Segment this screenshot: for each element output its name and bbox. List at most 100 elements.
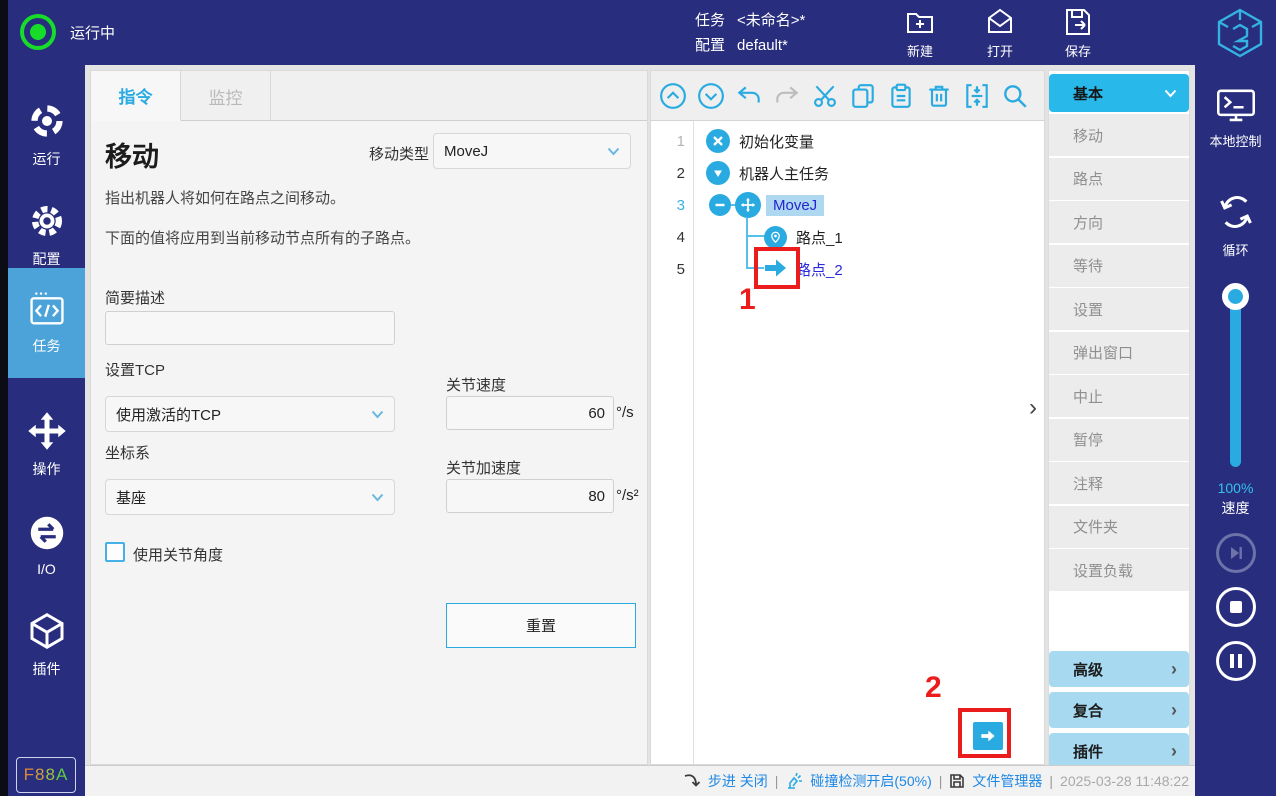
move-type-label: 移动类型 xyxy=(369,143,429,164)
tab-bar: 指令 监控 xyxy=(91,71,647,121)
library-item-direction[interactable]: 方向 xyxy=(1049,201,1189,243)
tree-node-label: 机器人主任务 xyxy=(739,163,829,184)
new-task-button[interactable]: 新建 xyxy=(888,6,952,60)
library-item-payload[interactable]: 设置负载 xyxy=(1049,549,1189,591)
separator: | xyxy=(939,773,943,789)
row-number: 1 xyxy=(651,133,685,150)
library-item-waypoint[interactable]: 路点 xyxy=(1049,158,1189,200)
insert-node-button[interactable] xyxy=(973,722,1003,750)
library-item-set[interactable]: 设置 xyxy=(1049,288,1189,330)
tab-monitor[interactable]: 监控 xyxy=(181,71,271,121)
sidebar-item-operate[interactable]: 操作 xyxy=(8,395,85,495)
collapse-minus-icon[interactable] xyxy=(709,194,731,216)
annotation-number-2: 2 xyxy=(925,671,942,705)
library-group-label: 高级 xyxy=(1073,659,1103,680)
task-label: 任务 xyxy=(695,8,725,33)
step-forward-button[interactable] xyxy=(1216,533,1256,573)
tree-row-movej[interactable]: 3 MoveJ xyxy=(651,189,1044,221)
gear-icon xyxy=(27,201,67,241)
loop-label: 循环 xyxy=(1222,240,1248,259)
undo-icon[interactable] xyxy=(735,82,763,110)
collapse-icon[interactable] xyxy=(963,82,991,110)
page-title: 移动 xyxy=(105,135,159,174)
search-icon[interactable] xyxy=(1001,82,1029,110)
joint-accel-label: 关节加速度 xyxy=(446,457,521,478)
library-group-plugin[interactable]: 插件 › xyxy=(1049,733,1189,769)
loop-button[interactable]: 循环 xyxy=(1195,190,1276,259)
file-manager-icon xyxy=(949,773,965,789)
waypoint-pin-icon xyxy=(764,226,787,249)
library-group-basic[interactable]: 基本 xyxy=(1049,74,1189,112)
tree-node-label-selected: MoveJ xyxy=(766,195,824,216)
move-type-dropdown[interactable]: MoveJ xyxy=(433,133,631,169)
cube-icon xyxy=(27,611,67,651)
move-down-icon[interactable] xyxy=(697,82,725,110)
description-line-2: 下面的值将应用到当前移动节点所有的子路点。 xyxy=(105,227,420,248)
brief-description-label: 简要描述 xyxy=(105,287,165,308)
copy-icon[interactable] xyxy=(849,82,877,110)
tree-toolbar xyxy=(651,71,1044,121)
tree-row-waypoint-2[interactable]: 5 路点_2 xyxy=(651,253,1044,285)
io-arrows-icon xyxy=(27,513,67,553)
tree-node-label: 初始化变量 xyxy=(739,131,814,152)
move-up-icon[interactable] xyxy=(659,82,687,110)
move-type-value: MoveJ xyxy=(444,143,488,160)
frame-dropdown[interactable]: 基座 xyxy=(105,479,395,515)
save-task-button[interactable]: 保存 xyxy=(1046,6,1110,60)
collision-detect-status[interactable]: 碰撞检测开启(50%) xyxy=(810,771,931,791)
delete-icon[interactable] xyxy=(925,82,953,110)
sidebar-item-plugin[interactable]: 插件 xyxy=(8,595,85,695)
sidebar-item-run[interactable]: 运行 xyxy=(8,85,85,185)
config-name: default* xyxy=(737,33,788,58)
tcp-dropdown[interactable]: 使用激活的TCP xyxy=(105,396,395,432)
pause-button[interactable] xyxy=(1216,641,1256,681)
step-mode-status[interactable]: 步进 关闭 xyxy=(708,771,768,791)
chevron-down-icon xyxy=(1164,89,1177,98)
sidebar-label-run: 运行 xyxy=(33,149,61,169)
stop-button[interactable] xyxy=(1216,587,1256,627)
library-item-wait[interactable]: 等待 xyxy=(1049,245,1189,287)
brief-description-input[interactable] xyxy=(105,311,395,345)
library-group-label: 复合 xyxy=(1073,700,1103,721)
tab-command[interactable]: 指令 xyxy=(91,71,181,121)
joint-speed-label: 关节速度 xyxy=(446,374,506,395)
annotation-number-1: 1 xyxy=(739,283,756,317)
task-tree-panel: 1 初始化变量 2 机器人主任务 3 MoveJ 4 xyxy=(650,70,1045,765)
code-window-icon xyxy=(26,290,68,328)
speed-slider-track[interactable] xyxy=(1230,295,1241,467)
speed-slider-thumb[interactable] xyxy=(1222,283,1249,310)
frame-label: 坐标系 xyxy=(105,442,150,463)
device-id-badge[interactable]: F88A xyxy=(16,757,76,793)
tree-row-waypoint-1[interactable]: 4 路点_1 xyxy=(651,221,1044,253)
paste-icon[interactable] xyxy=(887,82,915,110)
joint-speed-input[interactable] xyxy=(446,396,614,430)
library-item-move[interactable]: 移动 xyxy=(1049,114,1189,156)
row-number: 5 xyxy=(651,261,685,278)
open-file-icon xyxy=(984,6,1016,38)
sidebar-item-io[interactable]: I/O xyxy=(8,495,85,595)
open-task-button[interactable]: 打开 xyxy=(968,6,1032,60)
cut-icon[interactable] xyxy=(811,82,839,110)
use-joint-angle-checkbox[interactable] xyxy=(105,542,125,562)
chevron-right-icon: › xyxy=(1171,700,1177,721)
joint-accel-input[interactable] xyxy=(446,479,614,513)
library-item-comment[interactable]: 注释 xyxy=(1049,462,1189,504)
local-control-button[interactable]: 本地控制 xyxy=(1195,87,1276,150)
redo-icon[interactable] xyxy=(773,82,801,110)
library-group-composite[interactable]: 复合 › xyxy=(1049,692,1189,728)
panel-expand-chevron[interactable]: › xyxy=(1021,393,1045,423)
sidebar-label-config: 配置 xyxy=(33,249,61,269)
library-item-folder[interactable]: 文件夹 xyxy=(1049,506,1189,548)
run-target-icon xyxy=(27,101,67,141)
sidebar-item-task[interactable]: 任务 xyxy=(8,268,85,378)
file-manager-link[interactable]: 文件管理器 xyxy=(972,771,1042,791)
status-bar: 步进 关闭 | 碰撞检测开启(50%) | 文件管理器 | 2025-03-28… xyxy=(85,765,1195,796)
library-group-advanced[interactable]: 高级 › xyxy=(1049,651,1189,687)
library-item-abort[interactable]: 中止 xyxy=(1049,375,1189,417)
tree-row-init-var[interactable]: 1 初始化变量 xyxy=(651,125,1044,157)
row-number: 2 xyxy=(651,165,685,182)
tree-row-main-task[interactable]: 2 机器人主任务 xyxy=(651,157,1044,189)
reset-button[interactable]: 重置 xyxy=(446,603,636,648)
library-item-popup[interactable]: 弹出窗口 xyxy=(1049,332,1189,374)
library-item-pause[interactable]: 暂停 xyxy=(1049,419,1189,461)
